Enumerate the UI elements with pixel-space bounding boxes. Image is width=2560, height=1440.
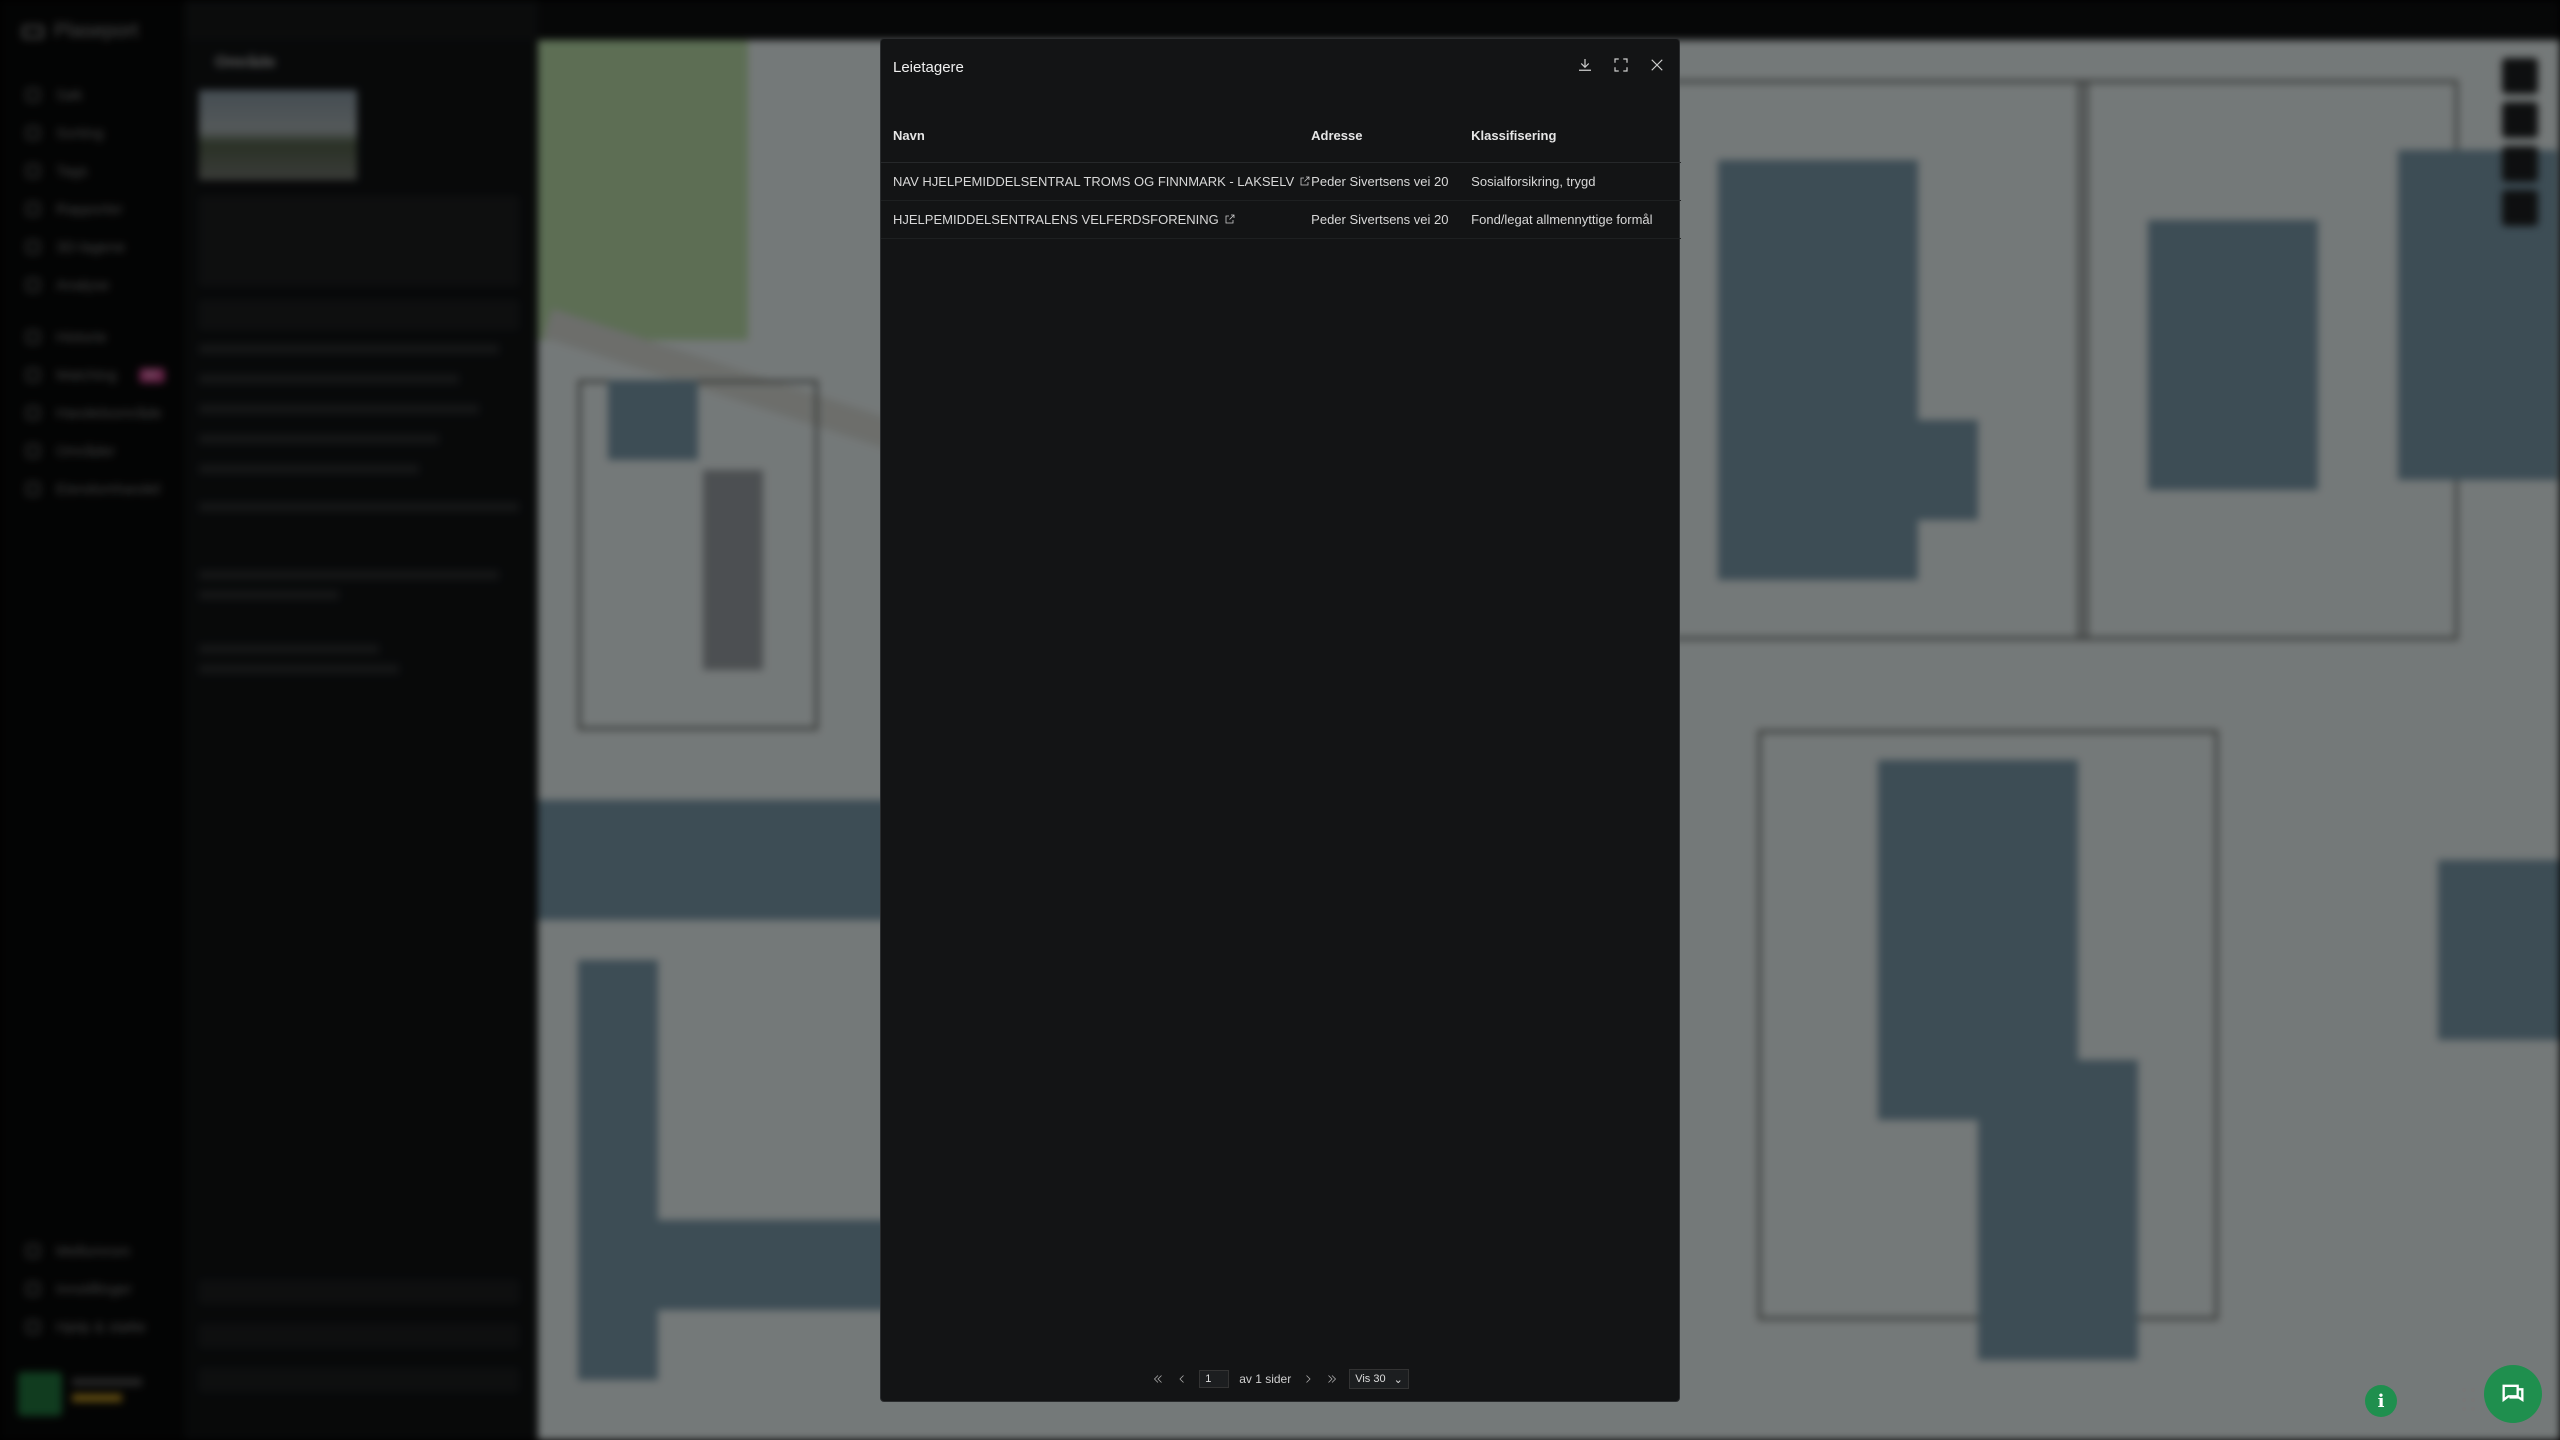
tenant-name-link[interactable]: NAV HJELPEMIDDELSENTRAL TROMS OG FINNMAR… [893,174,1294,189]
page-size-select[interactable]: Vis 30 ⌄ [1349,1369,1409,1389]
column-header-name[interactable]: Navn [881,114,1312,163]
table-row: HJELPEMIDDELSENTRALENS VELFERDSFORENING … [881,200,1681,239]
tenant-name-cell[interactable]: NAV HJELPEMIDDELSENTRAL TROMS OG FINNMAR… [881,162,1312,201]
download-icon [1579,59,1591,71]
double-chevron-right-icon [1328,1375,1337,1383]
external-link-icon[interactable] [1224,213,1236,225]
info-icon: i [2377,1390,2385,1412]
tenants-modal: Leietagere Navn Adresse Klassifisering N… [880,38,1681,1402]
table-header-row: Navn Adresse Klassifisering [881,114,1681,163]
next-page-button[interactable] [1301,1372,1315,1386]
chat-icon [2502,1384,2524,1403]
chat-button[interactable] [2484,1365,2542,1423]
first-page-button[interactable] [1151,1372,1165,1386]
tenants-table: Navn Adresse Klassifisering NAV HJELPEMI… [881,114,1681,239]
close-button[interactable] [1645,53,1669,77]
drag-handle[interactable] [2462,1388,2482,1414]
column-header-address[interactable]: Adresse [1311,114,1472,163]
chevron-down-icon: ⌄ [1393,1373,1403,1386]
table-row: NAV HJELPEMIDDELSENTRAL TROMS OG FINNMAR… [881,162,1681,201]
tenant-name-cell[interactable]: HJELPEMIDDELSENTRALENS VELFERDSFORENING [881,200,1312,239]
tenant-classification-cell: Fond/legat allmennyttige formål [1471,200,1681,239]
download-button[interactable] [1573,53,1597,77]
page-count-text: av 1 sider [1239,1372,1292,1386]
expand-icon [1614,58,1628,72]
close-icon [1651,59,1663,71]
tenant-classification-cell: Sosialforsikring, trygd [1471,162,1681,201]
chevron-left-icon [1179,1375,1184,1383]
double-chevron-left-icon [1154,1375,1162,1383]
external-link-icon[interactable] [1299,175,1311,187]
previous-page-button[interactable] [1175,1372,1189,1386]
info-button[interactable]: i [2365,1385,2397,1417]
modal-actions [1573,53,1669,77]
last-page-button[interactable] [1325,1372,1339,1386]
pagination: av 1 sider Vis 30 ⌄ [881,1369,1679,1389]
chevron-right-icon [1306,1375,1311,1383]
tenant-name-link[interactable]: HJELPEMIDDELSENTRALENS VELFERDSFORENING [893,212,1219,227]
page-number-input[interactable] [1199,1370,1230,1388]
tenant-address-cell: Peder Sivertsens vei 20 [1311,162,1472,201]
page-size-label: Vis 30 [1355,1373,1386,1385]
tenant-address-cell: Peder Sivertsens vei 20 [1311,200,1472,239]
modal-title: Leietagere [893,59,964,76]
fullscreen-button[interactable] [1609,53,1633,77]
column-header-classification[interactable]: Klassifisering [1471,114,1681,163]
